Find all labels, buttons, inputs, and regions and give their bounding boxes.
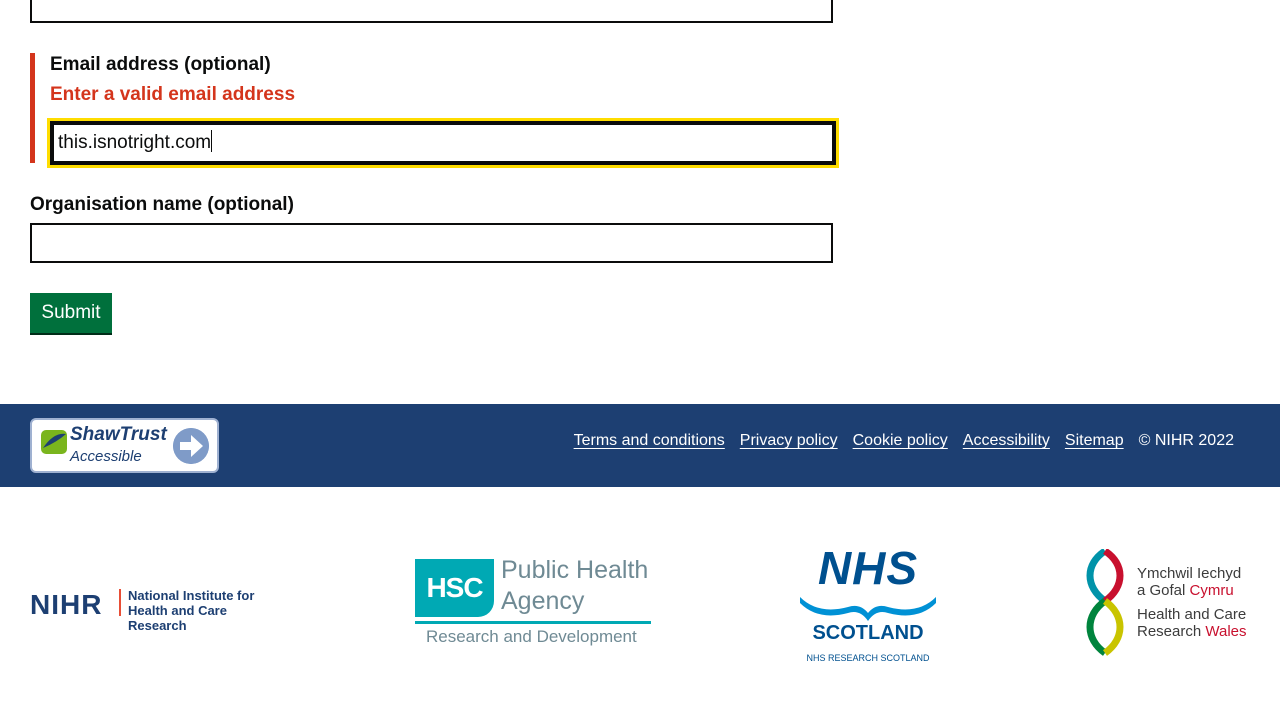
nihr-logo-line2: Health and Care Research [128, 603, 227, 633]
hcrw-helix-icon [1086, 548, 1124, 656]
health-care-research-wales-logo[interactable]: Ymchwil Iechyd a Gofal Cymru Health and … [1080, 548, 1260, 657]
hsc-logo-subtitle: Research and Development [426, 627, 637, 646]
nhs-logo-mark: NHS [817, 542, 919, 594]
shaw-trust-leaf-icon [41, 430, 67, 454]
hsc-logo-mark: HSC [415, 559, 494, 617]
nihr-logo-divider [119, 589, 121, 616]
text-caret [211, 130, 213, 152]
hcrw-logo-text: Ymchwil Iechyd a Gofal Cymru Health and … [1137, 565, 1247, 640]
email-label: Email address (optional) [50, 54, 271, 75]
shaw-trust-title: ShawTrust [70, 424, 167, 445]
hsc-logo-name: Public Health Agency [501, 555, 648, 617]
nhs-wave-icon [800, 597, 936, 621]
footer: ShawTrust Accessible Terms and condition… [0, 404, 1280, 487]
submit-button[interactable]: Submit [30, 293, 112, 333]
hcrw-line2b: Cymru [1189, 582, 1234, 599]
footer-link-terms[interactable]: Terms and conditions [574, 432, 725, 450]
shaw-trust-subtitle: Accessible [70, 448, 142, 465]
partner-logos: NIHR National Institute for Health and C… [0, 487, 1280, 720]
organisation-label: Organisation name (optional) [30, 194, 294, 215]
arrow-right-icon [173, 428, 209, 464]
email-input[interactable]: this.isnotright.com [47, 118, 839, 168]
hcrw-line2: a Gofal Cymru [1137, 582, 1247, 599]
nhs-logo-region: SCOTLAND [812, 622, 924, 644]
email-form-group-error: Email address (optional) Enter a valid e… [30, 53, 840, 168]
footer-link-sitemap[interactable]: Sitemap [1065, 432, 1124, 450]
organisation-input[interactable] [30, 223, 833, 263]
footer-links: Terms and conditions Privacy policy Cook… [574, 432, 1234, 450]
hcrw-line2a: a Gofal [1137, 582, 1190, 599]
hcrw-line4a: Research [1137, 623, 1206, 640]
email-input-value: this.isnotright.com [58, 132, 212, 153]
nihr-logo-mark: NIHR [30, 589, 103, 620]
copyright: © NIHR 2022 [1138, 432, 1234, 449]
nihr-logo[interactable]: NIHR National Institute for Health and C… [30, 587, 276, 633]
footer-link-accessibility[interactable]: Accessibility [963, 432, 1050, 450]
hsc-logo-line2: Agency [501, 587, 585, 615]
footer-link-privacy[interactable]: Privacy policy [740, 432, 838, 450]
hcrw-line4b: Wales [1205, 623, 1247, 640]
nihr-logo-line1: National Institute for [128, 588, 255, 603]
email-error-message: Enter a valid email address [50, 84, 296, 105]
hsc-logo-line1: Public Health [501, 556, 649, 584]
hcrw-line3: Health and Care [1137, 606, 1247, 623]
nhs-logo-subtitle: NHS RESEARCH SCOTLAND [806, 653, 930, 663]
hcrw-line1: Ymchwil Iechyd [1137, 565, 1242, 582]
hsc-logo[interactable]: HSC Public Health Agency Research and De… [415, 556, 655, 651]
hcrw-line4: Research Wales [1137, 623, 1247, 640]
shaw-trust-accessible-badge[interactable]: ShawTrust Accessible [30, 418, 219, 473]
nihr-logo-text: National Institute for Health and Care R… [128, 588, 276, 633]
nhs-scotland-logo[interactable]: NHS SCOTLAND NHS RESEARCH SCOTLAND [798, 545, 938, 663]
previous-field-input[interactable] [30, 0, 833, 23]
footer-link-cookies[interactable]: Cookie policy [853, 432, 948, 450]
hsc-logo-rule [415, 621, 651, 624]
